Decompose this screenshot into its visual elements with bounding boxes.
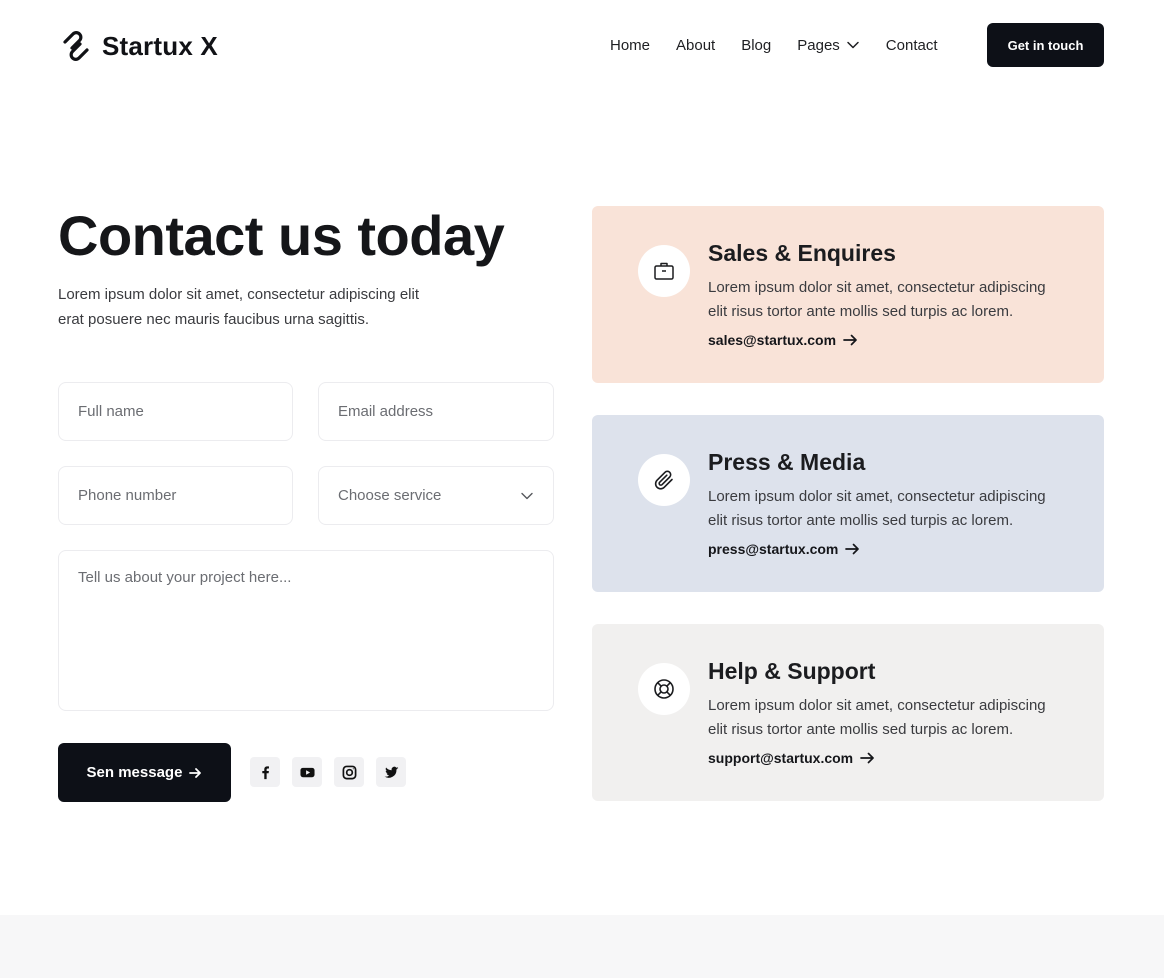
card-icon-circle	[638, 663, 690, 715]
arrow-right-icon	[843, 334, 857, 346]
card-title: Sales & Enquires	[708, 240, 896, 266]
twitter-link[interactable]	[376, 757, 406, 787]
service-select[interactable]: Choose service	[318, 466, 554, 525]
arrow-right-icon	[189, 767, 202, 778]
twitter-icon	[383, 766, 399, 778]
sales-email-link[interactable]: sales@startux.com	[708, 332, 858, 348]
full-name-input[interactable]	[59, 383, 292, 440]
email-input[interactable]	[319, 383, 553, 440]
email-field-wrapper	[318, 382, 554, 441]
youtube-link[interactable]	[292, 757, 322, 787]
phone-input[interactable]	[59, 467, 292, 524]
nav-item-label: About	[676, 36, 716, 54]
facebook-link[interactable]	[250, 757, 280, 787]
card-email: press@startux.com	[708, 541, 839, 557]
send-message-label: Sen message	[86, 764, 183, 781]
press-card: Press & Media Lorem ipsum dolor sit amet…	[592, 415, 1104, 592]
get-in-touch-button[interactable]: Get in touch	[987, 23, 1104, 67]
card-icon-circle	[638, 245, 690, 297]
card-title: Help & Support	[708, 658, 876, 684]
briefcase-icon	[654, 262, 674, 280]
nav-item-blog[interactable]: Blog	[741, 37, 771, 54]
arrow-right-icon	[860, 752, 874, 764]
brand-logo[interactable]: Startux X	[58, 26, 218, 66]
nav-item-label: Contact	[885, 36, 938, 54]
page-title: Contact us today	[58, 204, 505, 267]
instagram-icon	[342, 765, 356, 779]
card-email: support@startux.com	[708, 750, 854, 766]
sales-card: Sales & Enquires Lorem ipsum dolor sit a…	[592, 206, 1104, 383]
card-text: Lorem ipsum dolor sit amet, consectetur …	[708, 488, 1046, 529]
message-textarea[interactable]	[59, 551, 553, 710]
card-email: sales@startux.com	[708, 332, 837, 348]
instagram-link[interactable]	[334, 757, 364, 787]
card-text: Lorem ipsum dolor sit amet, consectetur …	[708, 279, 1046, 320]
support-card: Help & Support Lorem ipsum dolor sit ame…	[592, 624, 1104, 801]
arrow-right-icon	[845, 543, 860, 555]
nav-item-about[interactable]: About	[676, 37, 715, 54]
nav-item-pages[interactable]: Pages	[797, 37, 860, 54]
youtube-icon	[299, 767, 315, 777]
lifebuoy-icon	[654, 679, 674, 699]
card-icon-circle	[638, 454, 690, 506]
send-message-button[interactable]: Sen message	[58, 743, 231, 802]
nav-item-label: Home	[610, 36, 651, 54]
footer-band	[0, 915, 1164, 978]
logo-icon	[63, 31, 89, 61]
phone-field-wrapper	[58, 466, 293, 525]
chevron-down-icon	[847, 41, 859, 49]
full-name-field-wrapper	[58, 382, 293, 441]
brand-name: Startux X	[102, 30, 218, 61]
site-header: Startux X Home About Blog Pages Contact …	[0, 0, 1164, 90]
support-email-link[interactable]: support@startux.com	[708, 750, 875, 766]
card-title: Press & Media	[708, 449, 866, 475]
nav-item-contact[interactable]: Contact	[886, 37, 938, 54]
facebook-icon	[261, 765, 269, 779]
nav-item-label: Pages	[797, 36, 840, 54]
main-nav: Home About Blog Pages Contact	[610, 24, 964, 66]
card-text: Lorem ipsum dolor sit amet, consectetur …	[708, 697, 1046, 738]
paperclip-icon	[654, 470, 673, 490]
press-email-link[interactable]: press@startux.com	[708, 541, 860, 557]
nav-item-home[interactable]: Home	[610, 37, 650, 54]
chevron-down-icon	[521, 492, 533, 499]
nav-item-label: Blog	[741, 36, 772, 54]
service-select-value: Choose service	[338, 487, 442, 504]
message-field-wrapper	[58, 550, 554, 711]
page-subtitle: Lorem ipsum dolor sit amet, consectetur …	[58, 286, 419, 328]
